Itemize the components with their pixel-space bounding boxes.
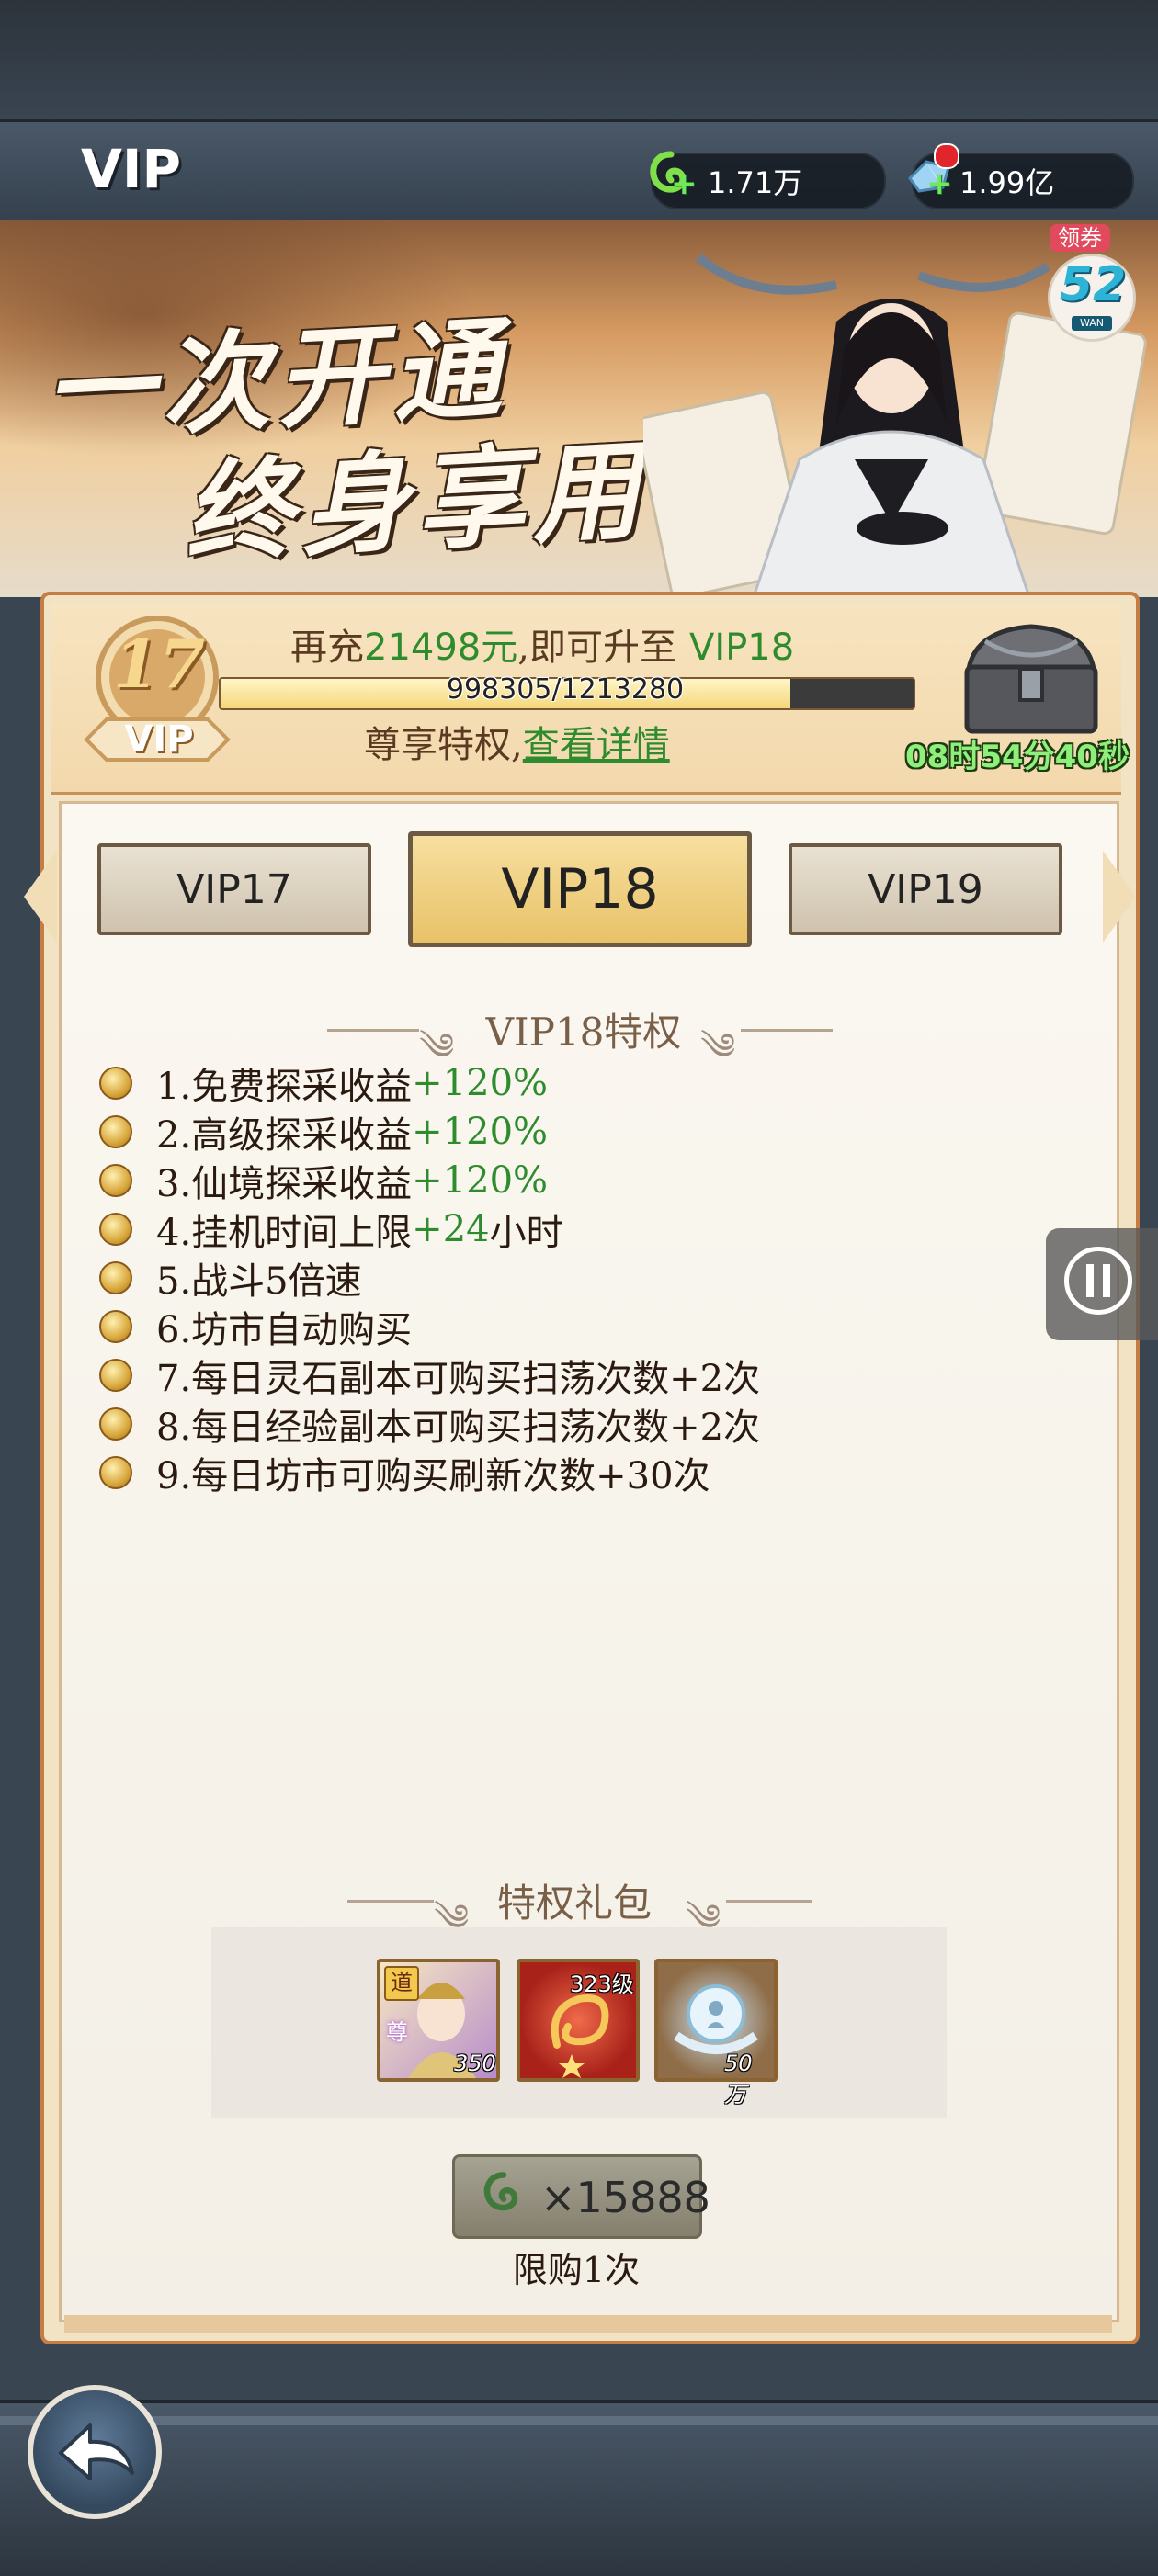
- bottom-bar: [0, 2400, 1158, 2576]
- privilege-text: 7.每日灵石副本可购买扫荡次数+2次: [156, 1357, 761, 1400]
- treasure-chest-icon[interactable]: [948, 614, 1114, 742]
- coin-icon: [99, 1309, 132, 1343]
- banner-slogan-line2: 终身享用: [181, 424, 651, 578]
- coupon-badge[interactable]: 领券 52 WAN: [1048, 220, 1158, 342]
- gift-pack-title: 特权礼包: [496, 1881, 652, 1926]
- privilege-text: 5.战斗5倍速: [156, 1260, 362, 1303]
- privilege-item: 5.战斗5倍速: [99, 1253, 1018, 1303]
- gift-count: 50万: [724, 2051, 753, 2107]
- stone-amount: 1.99亿: [959, 165, 1055, 200]
- coupon-number: 52: [1059, 257, 1127, 312]
- privilege-item: 6.坊市自动购买: [99, 1302, 1018, 1351]
- jade-amount: 1.71万: [708, 165, 803, 200]
- gift-level: 323级: [570, 1972, 634, 1997]
- privilege-item: 8.每日经验副本可购买扫荡次数+2次: [99, 1399, 1018, 1449]
- gift-item-orb[interactable]: 50万: [654, 1959, 778, 2107]
- coin-icon: [99, 1407, 132, 1441]
- countdown-timer: 08时54分40秒: [905, 739, 1130, 775]
- privilege-text: 4.挂机时间上限: [156, 1211, 413, 1254]
- purchase-limit: 限购1次: [512, 2250, 641, 2290]
- gift-badge: 道: [384, 1966, 419, 2001]
- title-ornament-right: [741, 1029, 833, 1032]
- title-ornament-left: [347, 1900, 434, 1903]
- privilege-value: +24: [412, 1207, 490, 1250]
- privilege-value: +120%: [412, 1158, 549, 1202]
- title-ornament-left: [327, 1029, 419, 1032]
- page-title: VIP: [81, 138, 181, 200]
- coin-icon: [99, 1455, 132, 1489]
- next-arrow-icon[interactable]: [1103, 851, 1136, 943]
- recharge-prefix: 再充: [290, 627, 364, 669]
- pause-bar-left: [1086, 1264, 1094, 1297]
- privilege-prefix: 尊享特权,: [364, 724, 523, 766]
- privilege-text: 8.每日经验副本可购买扫荡次数+2次: [156, 1406, 761, 1449]
- coin-icon: [99, 1066, 132, 1100]
- privilege-text: 6.坊市自动购买: [156, 1308, 413, 1351]
- recharge-middle: ,即可升至: [517, 627, 676, 669]
- tab-vip18[interactable]: VIP18: [408, 831, 752, 947]
- coupon-sub: WAN: [1072, 316, 1112, 331]
- coin-icon: [99, 1212, 132, 1246]
- privilege-item: 4.挂机时间上限 +24 小时: [99, 1204, 1018, 1254]
- vip-progress-text: 998305/1213280: [446, 673, 685, 706]
- back-button[interactable]: [28, 2385, 162, 2519]
- privilege-value: +120%: [412, 1110, 549, 1153]
- privilege-text: 2.高级探采收益: [156, 1113, 413, 1157]
- pause-bar-right: [1103, 1264, 1110, 1297]
- recharge-amount: 21498元: [364, 627, 518, 669]
- privilege-item: 1.免费探采收益 +120%: [99, 1058, 1018, 1108]
- recharge-hint: 再充21498元,即可升至 VIP18: [290, 617, 794, 671]
- title-ornament-right: [726, 1900, 812, 1903]
- tab-vip17[interactable]: VIP17: [97, 843, 371, 935]
- gift-item-character[interactable]: 道 尊 350: [377, 1959, 500, 2082]
- privilege-text: 3.仙境探采收益: [156, 1162, 413, 1205]
- bottom-rail: [0, 2416, 1158, 2425]
- tab-vip19[interactable]: VIP19: [789, 843, 1062, 935]
- gift-count: 350: [454, 2051, 496, 2076]
- coupon-label: 领券: [1050, 224, 1110, 252]
- privilege-hint: 尊享特权,查看详情: [364, 715, 670, 768]
- privilege-item: 2.高级探采收益 +120%: [99, 1107, 1018, 1157]
- privilege-item: 7.每日灵石副本可购买扫荡次数+2次: [99, 1350, 1018, 1400]
- gift-tag: 尊: [386, 2019, 408, 2045]
- pause-icon: [1064, 1247, 1132, 1315]
- coin-icon: [99, 1358, 132, 1392]
- privilege-text: 9.每日坊市可购买刷新次数+30次: [156, 1454, 710, 1497]
- coin-icon: [99, 1163, 132, 1197]
- privilege-list: 1.免费探采收益 +120% 2.高级探采收益 +120% 3.仙境探采收益 +120% 4…: [99, 1058, 1018, 1497]
- privilege-item: 3.仙境探采收益 +120%: [99, 1156, 1018, 1205]
- add-stone-icon[interactable]: +: [926, 165, 953, 202]
- top-strip: [0, 0, 1158, 119]
- recharge-target: VIP18: [688, 627, 795, 669]
- vip-label: VIP: [124, 718, 194, 761]
- privilege-text: 1.免费探采收益: [156, 1065, 413, 1108]
- panel-edge: [64, 2315, 1112, 2333]
- previous-arrow-icon[interactable]: [24, 851, 57, 943]
- privilege-item: 9.每日坊市可购买刷新次数+30次: [99, 1448, 1018, 1497]
- view-details-link[interactable]: 查看详情: [523, 724, 670, 766]
- gift-item-artifact[interactable]: 323级: [517, 1959, 640, 2082]
- add-jade-icon[interactable]: +: [671, 165, 698, 202]
- buy-price: ×15888: [540, 2173, 710, 2222]
- back-arrow-icon: [59, 2423, 134, 2480]
- privileges-title: VIP18特权: [485, 1010, 682, 1055]
- coin-icon: [99, 1114, 132, 1148]
- current-vip-level: 17: [112, 625, 206, 703]
- privilege-suffix: 小时: [489, 1211, 563, 1254]
- coin-icon: [99, 1260, 132, 1294]
- jade-spirit-icon: [478, 2168, 529, 2223]
- privilege-value: +120%: [412, 1061, 549, 1104]
